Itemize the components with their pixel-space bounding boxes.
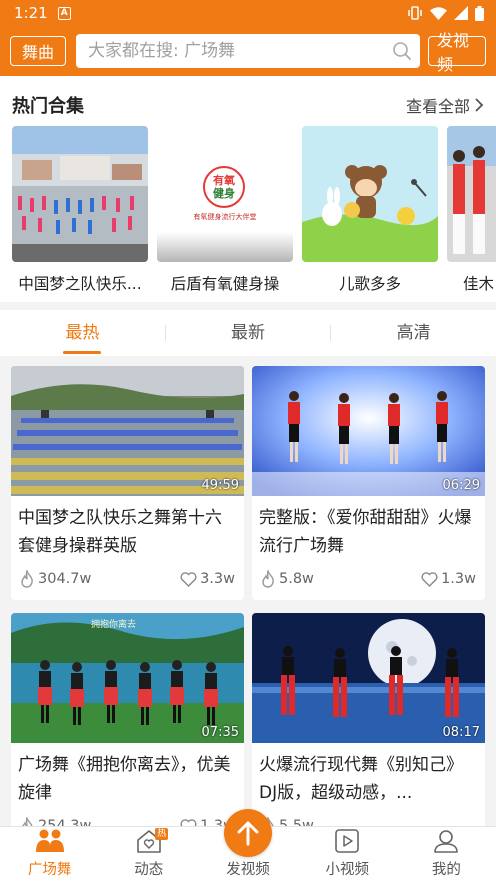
video-stats: 5.8w 1.3w bbox=[252, 560, 485, 588]
see-all-link[interactable]: 查看全部 bbox=[406, 93, 484, 117]
nav-label: 小视频 bbox=[325, 862, 369, 878]
nav-label: 发视频 bbox=[226, 862, 270, 878]
play-count-value: 304.7w bbox=[38, 571, 92, 587]
app-header: 舞曲 发视频 bbox=[0, 26, 496, 76]
hot-collections-list: 中国梦之队快乐... 有氧 健身 有氧健身流行大伴堂 后盾有氧健身操 儿歌多多 … bbox=[12, 126, 496, 302]
collection-thumbnail bbox=[12, 126, 148, 262]
arrow-up-icon bbox=[237, 821, 259, 846]
play-count: 5.8w bbox=[260, 570, 314, 588]
status-icons bbox=[407, 5, 484, 21]
like-count-value: 1.3w bbox=[441, 571, 476, 587]
collection-thumbnail: 有氧 健身 有氧健身流行大伴堂 bbox=[157, 126, 293, 262]
notification-icon: A bbox=[57, 6, 71, 20]
nav-label: 动态 bbox=[134, 862, 164, 878]
video-duration: 49:59 bbox=[201, 478, 239, 493]
hot-collections-header: 热门合集 查看全部 bbox=[12, 92, 484, 118]
video-card[interactable]: 49:59 中国梦之队快乐之舞第十六套健身操群英版 304.7w 3.3w bbox=[11, 366, 244, 600]
collection-label: 后盾有氧健身操 bbox=[170, 275, 280, 293]
video-title: 完整版：《爱你甜甜甜》火爆流行广场舞 bbox=[259, 508, 472, 556]
flame-icon bbox=[21, 570, 33, 588]
feed-tabs: 最热 最新 高清 bbox=[0, 310, 496, 356]
flame-icon bbox=[262, 570, 274, 588]
nav-post-video[interactable]: 发视频 bbox=[198, 809, 297, 883]
video-stats: 304.7w 3.3w bbox=[11, 560, 244, 588]
video-duration: 06:29 bbox=[442, 478, 480, 493]
like-count[interactable]: 3.3w bbox=[180, 571, 235, 587]
chevron-right-icon bbox=[475, 98, 484, 112]
signal-icon bbox=[454, 6, 468, 20]
nav-short-video[interactable]: 小视频 bbox=[298, 827, 397, 883]
logo-caption: 有氧健身流行大伴堂 bbox=[193, 213, 257, 221]
video-thumbnail: 08:17 bbox=[252, 613, 485, 743]
see-all-label: 查看全部 bbox=[405, 97, 470, 116]
nav-label: 广场舞 bbox=[27, 862, 72, 878]
status-time: 1:21 bbox=[14, 4, 48, 22]
logo-text-bottom: 健身 bbox=[213, 187, 235, 200]
tab-hottest[interactable]: 最热 bbox=[0, 310, 165, 356]
tab-latest[interactable]: 最新 bbox=[166, 310, 331, 356]
collection-card[interactable]: 有氧 健身 有氧健身流行大伴堂 后盾有氧健身操 bbox=[157, 126, 293, 294]
collection-label: 佳木 bbox=[463, 275, 495, 293]
video-title: 广场舞《拥抱你离去》，优美旋律 bbox=[18, 755, 231, 803]
video-title: 中国梦之队快乐之舞第十六套健身操群英版 bbox=[18, 508, 222, 556]
heart-icon bbox=[421, 571, 438, 587]
wifi-icon bbox=[430, 6, 447, 20]
play-icon bbox=[334, 827, 360, 855]
search-icon[interactable] bbox=[392, 41, 412, 61]
dance-music-button[interactable]: 舞曲 bbox=[10, 36, 66, 66]
nav-activity[interactable]: 热 动态 bbox=[99, 827, 198, 883]
nav-profile[interactable]: 我的 bbox=[397, 827, 496, 883]
collection-thumbnail bbox=[302, 126, 438, 262]
like-count[interactable]: 1.3w bbox=[421, 571, 476, 587]
video-overlay-text: 拥抱你离去 bbox=[91, 620, 137, 630]
play-count-value: 5.8w bbox=[279, 571, 314, 587]
video-card[interactable]: 06:29 完整版：《爱你甜甜甜》火爆流行广场舞 5.8w 1.3w bbox=[252, 366, 485, 600]
bottom-nav: 广场舞 热 动态 发视频 小视频 我的 bbox=[0, 809, 496, 883]
dancers-icon bbox=[35, 827, 65, 855]
hot-badge: 热 bbox=[155, 828, 169, 840]
collection-label: 中国梦之队快乐... bbox=[18, 275, 142, 293]
collection-card[interactable]: 儿歌多多 bbox=[302, 126, 438, 294]
search-bar[interactable] bbox=[76, 34, 420, 68]
video-duration: 07:35 bbox=[201, 725, 239, 740]
video-thumbnail: 06:29 bbox=[252, 366, 485, 496]
post-video-button[interactable]: 发视频 bbox=[428, 31, 486, 74]
nav-square-dance[interactable]: 广场舞 bbox=[0, 827, 99, 883]
battery-icon bbox=[475, 5, 484, 21]
vibrate-icon bbox=[408, 6, 422, 20]
logo-text-top: 有氧 bbox=[213, 174, 235, 187]
section-title: 热门合集 bbox=[12, 96, 84, 117]
search-input[interactable] bbox=[88, 41, 392, 61]
user-icon bbox=[433, 827, 459, 855]
collection-label: 儿歌多多 bbox=[338, 275, 401, 293]
status-bar: 1:21 A bbox=[0, 0, 496, 26]
video-card[interactable]: 拥抱你离去 07:35 广场舞《拥抱你离去》，优美旋律 254.3w 1.3w bbox=[11, 613, 244, 843]
heart-icon bbox=[180, 571, 197, 587]
fitness-logo: 有氧 健身 bbox=[203, 166, 245, 208]
like-count-value: 3.3w bbox=[200, 571, 235, 587]
video-duration: 08:17 bbox=[442, 725, 480, 740]
collection-thumbnail bbox=[447, 126, 496, 262]
video-thumbnail: 49:59 bbox=[11, 366, 244, 496]
upload-button[interactable] bbox=[224, 809, 272, 857]
nav-label: 我的 bbox=[431, 862, 461, 878]
collection-card[interactable]: 佳木 bbox=[447, 126, 496, 294]
play-count: 304.7w bbox=[19, 570, 91, 588]
collection-card[interactable]: 中国梦之队快乐... bbox=[12, 126, 148, 294]
hot-collections-section: 热门合集 查看全部 中国梦之队快乐... 有氧 健身 有氧健身流行大伴堂 后盾有… bbox=[0, 76, 496, 302]
video-title: 火爆流行现代舞《别知己》DJ版，超级动感，... bbox=[259, 755, 463, 803]
tab-hd[interactable]: 高清 bbox=[331, 310, 496, 356]
video-card[interactable]: 08:17 火爆流行现代舞《别知己》DJ版，超级动感，... 5.5w bbox=[252, 613, 485, 843]
video-thumbnail: 拥抱你离去 07:35 bbox=[11, 613, 244, 743]
